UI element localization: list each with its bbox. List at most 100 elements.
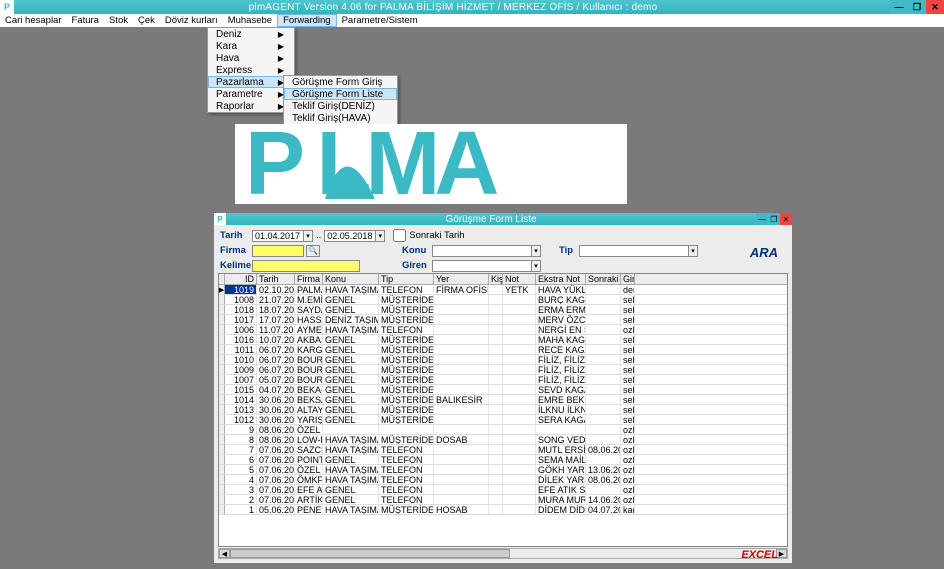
cell-giris[interactable]: ozle [621, 495, 635, 504]
cell-id[interactable]: 8 [225, 435, 257, 444]
cell-yer[interactable] [434, 385, 489, 394]
col-header-kisi[interactable]: Kişi [489, 274, 503, 284]
cell-ekstra[interactable]: HAVA YÜKLE 15.10.2017 TARİ 15.10.2017 [536, 285, 586, 294]
cell-kisi[interactable] [489, 375, 503, 384]
cell-sonraki[interactable] [586, 395, 621, 404]
cell-konu[interactable]: DENİZ TAŞIMACILIK [323, 315, 379, 324]
cell-firma[interactable]: ÖMKF [295, 475, 323, 484]
cell-tip[interactable]: TELEFON [379, 445, 434, 454]
cell-konu[interactable]: GENEL [323, 395, 379, 404]
cell-firma[interactable]: AKBAS [295, 335, 323, 344]
cell-tarih[interactable]: 07.06.2017 [257, 445, 295, 454]
cell-tip[interactable]: MÜŞTERİDE [379, 385, 434, 394]
table-row[interactable]: 100611.07.2017AYMESHAVA TAŞIMACILIKTELEF… [219, 325, 787, 335]
menu-cek[interactable]: Çek [133, 14, 160, 27]
cell-tip[interactable]: TELEFON [379, 465, 434, 474]
cell-giris[interactable]: seb [621, 415, 635, 424]
cell-giris[interactable]: ozle [621, 485, 635, 494]
cell-tip[interactable]: MÜŞTERİDE [379, 355, 434, 364]
cell-not[interactable] [503, 435, 536, 444]
cell-kisi[interactable] [489, 315, 503, 324]
menu-stok[interactable]: Stok [104, 14, 133, 27]
cell-id[interactable]: 4 [225, 475, 257, 484]
col-header-id[interactable]: ID [225, 274, 257, 284]
window-maximize-button[interactable]: ❐ [908, 0, 926, 14]
cell-sonraki[interactable] [586, 425, 621, 434]
table-row[interactable]: 105.06.2017PENELHAVA TAŞIMACILIKMÜŞTERİD… [219, 505, 787, 515]
cell-id[interactable]: 1016 [225, 335, 257, 344]
cell-konu[interactable]: GENEL [323, 495, 379, 504]
cell-firma[interactable]: BOURI [295, 355, 323, 364]
cell-ekstra[interactable]: EMRE BEKSAN CİV [536, 395, 586, 404]
cell-id[interactable]: 2 [225, 495, 257, 504]
cell-tip[interactable]: MÜŞTERİDE [379, 395, 434, 404]
col-header-firma[interactable]: Firma [295, 274, 323, 284]
cell-konu[interactable]: GENEL [323, 375, 379, 384]
cell-tarih[interactable]: 07.06.2017 [257, 455, 295, 464]
cell-firma[interactable]: ALTAY [295, 405, 323, 414]
cell-konu[interactable]: GENEL [323, 335, 379, 344]
table-row[interactable]: 101430.06.2017BEKSAGENELMÜŞTERİDEBALIKES… [219, 395, 787, 405]
cell-ekstra[interactable]: MUTL ERSİN ERSOY [536, 445, 586, 454]
cell-konu[interactable]: GENEL [323, 415, 379, 424]
cell-firma[interactable]: HASSA [295, 315, 323, 324]
cell-ekstra[interactable]: FİLİZ, FİLİZ HNM İL [536, 365, 586, 374]
cell-tarih[interactable]: 18.07.2017 [257, 305, 295, 314]
cell-not[interactable] [503, 325, 536, 334]
cell-tarih[interactable]: 08.06.2017 [257, 425, 295, 434]
cell-tip[interactable]: TELEFON [379, 475, 434, 484]
cell-konu[interactable]: GENEL [323, 385, 379, 394]
cell-yer[interactable] [434, 455, 489, 464]
cell-tarih[interactable]: 07.06.2017 [257, 475, 295, 484]
col-header-not[interactable]: Not [503, 274, 536, 284]
cell-tarih[interactable]: 08.06.2017 [257, 435, 295, 444]
cell-tip[interactable]: TELEFON [379, 495, 434, 504]
cell-sonraki[interactable] [586, 415, 621, 424]
cell-not[interactable] [503, 455, 536, 464]
cell-tip[interactable]: TELEFON [379, 485, 434, 494]
cell-tarih[interactable]: 07.06.2017 [257, 485, 295, 494]
cell-kisi[interactable] [489, 475, 503, 484]
cell-tarih[interactable]: 06.07.2017 [257, 345, 295, 354]
cell-tarih[interactable]: 21.07.2017 [257, 295, 295, 304]
cell-ekstra[interactable]: SEVD KAGAN İLE B [536, 385, 586, 394]
cell-kisi[interactable] [489, 365, 503, 374]
cell-konu[interactable]: GENEL [323, 485, 379, 494]
cell-yer[interactable] [434, 365, 489, 374]
table-row[interactable]: 908.06.2017ÖZELozle [219, 425, 787, 435]
cell-kisi[interactable] [489, 465, 503, 474]
cell-id[interactable]: 1007 [225, 375, 257, 384]
giren-input[interactable] [432, 260, 532, 272]
cell-tip[interactable]: MÜŞTERİDE [379, 315, 434, 324]
cell-tarih[interactable]: 30.06.2017 [257, 405, 295, 414]
cell-id[interactable]: 7 [225, 445, 257, 454]
cell-firma[interactable]: YARIŞ [295, 415, 323, 424]
cell-yer[interactable] [434, 315, 489, 324]
cell-id[interactable]: 9 [225, 425, 257, 434]
sonraki-tarih-checkbox[interactable] [393, 229, 406, 242]
cell-ekstra[interactable]: FİLİZ, FİLİZ HNM İL [536, 375, 586, 384]
submenu-gorusme-form-giris[interactable]: Görüşme Form Giriş [284, 76, 397, 88]
cell-sonraki[interactable] [586, 305, 621, 314]
cell-sonraki[interactable] [586, 315, 621, 324]
cell-tip[interactable]: TELEFON [379, 325, 434, 334]
col-header-konu[interactable]: Konu [323, 274, 379, 284]
cell-firma[interactable]: ARTİK [295, 495, 323, 504]
cell-giris[interactable]: seb [621, 395, 635, 404]
cell-sonraki[interactable] [586, 365, 621, 374]
cell-not[interactable] [503, 475, 536, 484]
cell-sonraki[interactable] [586, 455, 621, 464]
cell-id[interactable]: 1013 [225, 405, 257, 414]
cell-sonraki[interactable]: 04.07.2017 [586, 505, 621, 514]
cell-ekstra[interactable]: ERMA ERMAN BEY [536, 305, 586, 314]
date-from-dropdown-button[interactable]: ▾ [303, 230, 313, 242]
cell-not[interactable] [503, 335, 536, 344]
cell-konu[interactable]: HAVA TAŞIMACILIK [323, 435, 379, 444]
col-header-tarih[interactable]: Tarih [257, 274, 295, 284]
cell-id[interactable]: 1006 [225, 325, 257, 334]
table-row[interactable]: 101330.06.2017ALTAYGENELMÜŞTERİDEİLKNU İ… [219, 405, 787, 415]
tip-input[interactable] [579, 245, 689, 257]
cell-sonraki[interactable] [586, 375, 621, 384]
cell-yer[interactable] [434, 425, 489, 434]
menu-muhasebe[interactable]: Muhasebe [223, 14, 277, 27]
